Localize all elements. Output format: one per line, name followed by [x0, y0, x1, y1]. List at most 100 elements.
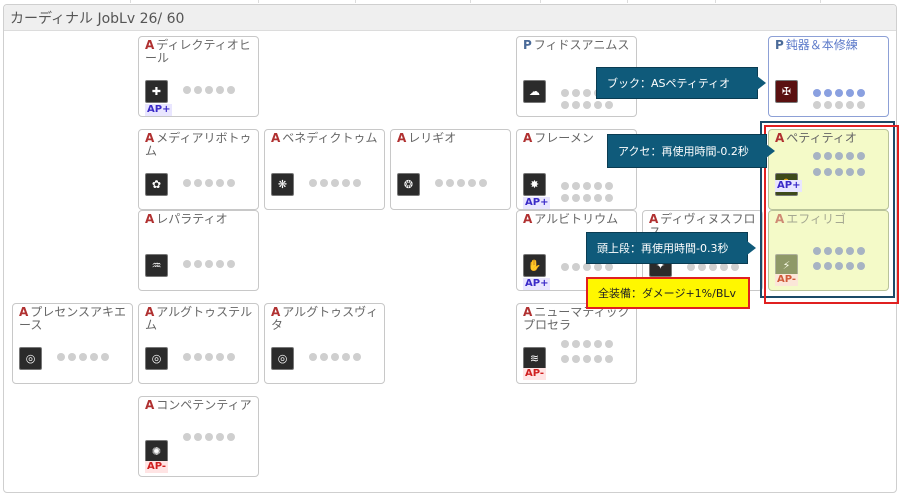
- ap-badge: AP-: [523, 368, 547, 380]
- skill-level-dots[interactable]: [309, 353, 361, 361]
- passive-badge: P: [523, 38, 532, 52]
- skill-level-dots[interactable]: [183, 260, 235, 268]
- skill-name: ディレクティオヒール: [145, 38, 251, 65]
- skill-level-dots[interactable]: [57, 353, 109, 361]
- skill-title: A アルビトリウム: [523, 213, 631, 226]
- skill-level-dots-row2[interactable]: [561, 194, 613, 202]
- skill-level-dots-row2[interactable]: [561, 355, 613, 363]
- skill-title: A ニューマティックプロセラ: [523, 306, 631, 332]
- skill-card-presens-acies[interactable]: A プレセンスアキエース ◎: [12, 303, 133, 384]
- skill-title: P 鈍器＆本修練: [775, 39, 883, 52]
- callout-text: アクセ：再使用時間-0.2秒: [618, 145, 749, 158]
- active-badge: A: [145, 131, 155, 145]
- panel-header: カーディナル JobLv 26/ 60: [4, 5, 896, 31]
- mediario-skill-icon: ✿: [145, 173, 168, 196]
- neuma-skill-icon: ≋: [523, 347, 546, 370]
- argutus-vita-skill-icon: ◎: [271, 347, 294, 370]
- skill-name: フレーメン: [534, 131, 594, 145]
- skill-name: アルグトゥステルム: [145, 305, 253, 332]
- skill-card-neuma-procella[interactable]: A ニューマティックプロセラ ≋ AP-: [516, 303, 637, 384]
- skill-level-dots[interactable]: [561, 263, 613, 271]
- skill-card-argutus-telum[interactable]: A アルグトゥステルム ◎: [138, 303, 259, 384]
- passive-badge: P: [775, 38, 784, 52]
- ap-badge: AP-: [145, 461, 169, 473]
- active-badge: A: [523, 212, 533, 226]
- skill-name: メディアリボトゥム: [145, 131, 252, 158]
- skill-level-dots-row2[interactable]: [561, 101, 613, 109]
- mace-skill-icon: ✠: [775, 80, 798, 103]
- skill-name: レリギオ: [408, 131, 457, 145]
- benedictum-skill-icon: ❋: [271, 173, 294, 196]
- callout-all-equipment: 全装備：ダメージ+1%/BLv: [586, 277, 750, 309]
- skill-level-dots[interactable]: [813, 89, 865, 97]
- active-badge: A: [145, 305, 155, 319]
- skill-title: A コンペテンティア: [145, 399, 253, 412]
- active-badge: A: [271, 305, 281, 319]
- skill-level-dots[interactable]: [561, 340, 613, 348]
- skill-level-dots[interactable]: [309, 179, 361, 187]
- skill-title: P フィドスアニムス: [523, 39, 631, 52]
- framen-skill-icon: ✸: [523, 173, 546, 196]
- active-badge: A: [397, 131, 407, 145]
- active-badge: A: [145, 398, 155, 412]
- reparatio-skill-icon: ♒: [145, 254, 168, 277]
- active-badge: A: [523, 305, 533, 319]
- skill-level-dots-row2[interactable]: [813, 101, 865, 109]
- callout-book: ブック：ASペティティオ: [596, 67, 766, 99]
- skill-name: コンペテンティア: [156, 398, 252, 412]
- callout-text: ブック：ASペティティオ: [607, 77, 731, 90]
- competentia-skill-icon: ✺: [145, 440, 168, 463]
- skill-title: A レリギオ: [397, 132, 505, 145]
- skill-name: 鈍器＆本修練: [785, 38, 858, 52]
- skill-level-dots[interactable]: [687, 263, 739, 271]
- book-skill-icon: ☁: [523, 80, 546, 103]
- skill-card-competentia[interactable]: A コンペテンティア ✺ AP-: [138, 396, 259, 477]
- skill-title: A ディレクティオヒール: [145, 39, 253, 65]
- skill-level-dots[interactable]: [183, 353, 235, 361]
- callout-accessory: アクセ：再使用時間-0.2秒: [607, 134, 775, 168]
- skill-title: A アルグトゥステルム: [145, 306, 253, 332]
- skill-card-mace-book-mastery[interactable]: P 鈍器＆本修練 ✠: [768, 36, 889, 117]
- skill-card-directio-heal[interactable]: A ディレクティオヒール ✚ AP+: [138, 36, 259, 117]
- skill-card-benedictum[interactable]: A ベネディクトゥム ❋: [264, 129, 385, 210]
- argutus-telum-skill-icon: ◎: [145, 347, 168, 370]
- page-title: カーディナル JobLv 26/ 60: [10, 11, 185, 27]
- callout-text: 頭上段：再使用時間-0.3秒: [597, 242, 729, 255]
- skill-card-argutus-vita[interactable]: A アルグトゥスヴィタ ◎: [264, 303, 385, 384]
- skill-level-dots[interactable]: [435, 179, 487, 187]
- callout-headgear: 頭上段：再使用時間-0.3秒: [586, 232, 756, 264]
- active-badge: A: [19, 305, 29, 319]
- skill-level-dots[interactable]: [183, 179, 235, 187]
- skill-name: ニューマティックプロセラ: [523, 305, 630, 332]
- skill-name: ベネディクトゥム: [282, 131, 378, 145]
- skill-card-religio[interactable]: A レリギオ ❂: [390, 129, 511, 210]
- skill-level-dots[interactable]: [561, 182, 613, 190]
- skill-title: A ベネディクトゥム: [271, 132, 379, 145]
- ap-badge: AP+: [523, 278, 551, 290]
- active-badge: A: [145, 212, 155, 226]
- active-badge: A: [145, 38, 155, 52]
- heal-skill-icon: ✚: [145, 80, 168, 103]
- active-badge: A: [523, 131, 533, 145]
- skill-card-mediario-votum[interactable]: A メディアリボトゥム ✿: [138, 129, 259, 210]
- skill-name: アルビトリウム: [534, 212, 619, 226]
- skill-title: A プレセンスアキエース: [19, 306, 127, 332]
- ap-badge: AP+: [145, 104, 173, 116]
- skill-name: レパラティオ: [156, 212, 228, 226]
- arbitrium-skill-icon: ✋: [523, 254, 546, 277]
- presens-skill-icon: ◎: [19, 347, 42, 370]
- ap-badge: AP+: [523, 197, 551, 209]
- skill-name: アルグトゥスヴィタ: [271, 305, 379, 332]
- active-badge: A: [271, 131, 281, 145]
- top-edge: [0, 0, 899, 3]
- skill-title: A メディアリボトゥム: [145, 132, 253, 158]
- skill-level-dots[interactable]: [183, 86, 235, 94]
- skill-title: A アルグトゥスヴィタ: [271, 306, 379, 332]
- skill-title: A レパラティオ: [145, 213, 253, 226]
- callout-text: 全装備：ダメージ+1%/BLv: [598, 287, 737, 300]
- active-badge: A: [649, 212, 659, 226]
- skill-name: フィドスアニムス: [533, 38, 630, 52]
- religio-skill-icon: ❂: [397, 173, 420, 196]
- skill-card-reparatio[interactable]: A レパラティオ ♒: [138, 210, 259, 291]
- skill-level-dots[interactable]: [183, 433, 235, 441]
